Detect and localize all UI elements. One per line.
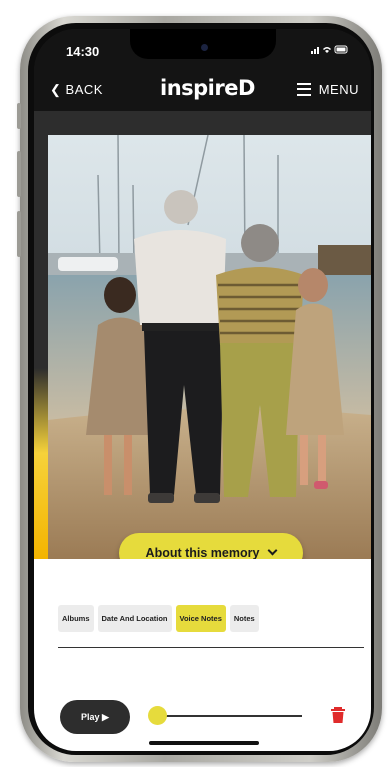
hamburger-icon — [296, 83, 311, 97]
play-button[interactable]: Play ▶ — [60, 700, 130, 734]
camera-icon — [201, 44, 208, 51]
side-button — [17, 103, 21, 129]
back-label: BACK — [65, 82, 103, 97]
audio-progress-handle[interactable] — [148, 706, 167, 725]
notch — [130, 29, 276, 59]
home-indicator — [149, 741, 259, 745]
accent-edge — [34, 135, 48, 559]
divider — [58, 647, 364, 648]
audio-progress-track[interactable] — [162, 715, 302, 717]
header-subbar — [34, 111, 371, 135]
tab-notes[interactable]: Notes — [229, 605, 259, 632]
tab-albums[interactable]: Albums — [58, 605, 94, 632]
tab-voice-notes[interactable]: Voice Notes — [175, 605, 226, 632]
about-memory-label: About this memory — [145, 546, 260, 560]
status-icons — [311, 44, 349, 58]
memory-tabs: Albums Date And Location Voice Notes Not… — [58, 605, 259, 632]
side-button — [17, 151, 21, 197]
side-button — [17, 211, 21, 257]
status-time: 14:30 — [66, 44, 100, 59]
phone-screen: 14:30 ❮ BACK inspireD MENU About this me… — [34, 29, 371, 751]
menu-button[interactable]: MENU — [296, 82, 359, 97]
tab-date-and-location[interactable]: Date And Location — [97, 605, 172, 632]
app-logo: inspireD — [160, 76, 255, 100]
app-header: ❮ BACK inspireD MENU — [34, 65, 371, 111]
trash-icon[interactable] — [331, 707, 345, 723]
chevron-down-icon — [268, 545, 278, 556]
signal-wifi-battery-icon — [311, 45, 348, 54]
chevron-left-icon: ❮ — [50, 82, 62, 97]
back-button[interactable]: ❮ BACK — [50, 82, 103, 98]
menu-label: MENU — [318, 82, 359, 97]
memory-photo — [48, 135, 371, 559]
status-bar: 14:30 — [34, 29, 371, 65]
